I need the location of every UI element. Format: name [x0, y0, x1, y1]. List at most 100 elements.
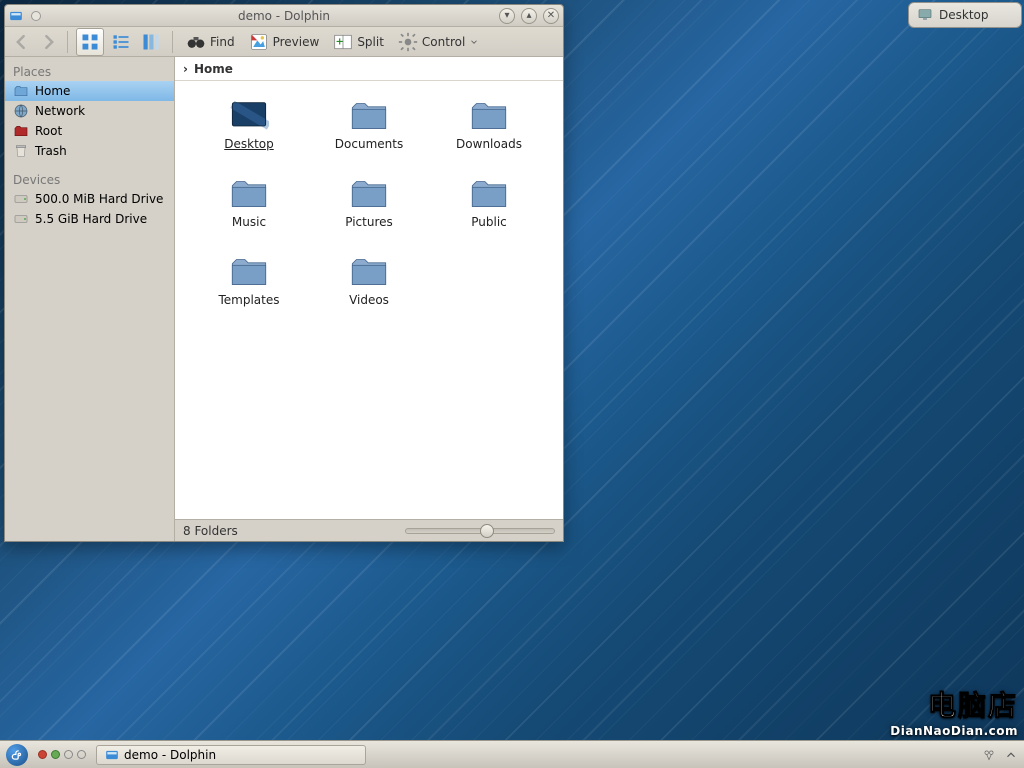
control-label: Control — [422, 35, 465, 49]
desktop-widget-label: Desktop — [939, 8, 989, 22]
folder-templates[interactable]: Templates — [189, 255, 309, 327]
close-button[interactable]: ✕ — [543, 8, 559, 24]
split-button[interactable]: + Split — [328, 29, 389, 55]
folder-icon — [349, 177, 389, 211]
harddrive-icon — [13, 211, 29, 227]
folder-pictures[interactable]: Pictures — [309, 177, 429, 249]
watermark-text: 电脑店 — [890, 684, 1018, 724]
chevron-down-icon — [469, 37, 479, 47]
sidebar-item-label: 5.5 GiB Hard Drive — [35, 212, 147, 226]
folder-videos[interactable]: Videos — [309, 255, 429, 327]
application-launcher[interactable] — [6, 744, 28, 766]
task-dolphin[interactable]: demo - Dolphin — [96, 745, 366, 765]
preview-button[interactable]: Preview — [244, 29, 325, 55]
toolbar: Find Preview + Split Control — [5, 27, 563, 57]
binoculars-icon — [186, 32, 206, 52]
desktop-folder-icon — [229, 99, 269, 133]
columns-view-button[interactable] — [138, 29, 164, 55]
sidebar-item-home[interactable]: Home — [5, 81, 174, 101]
folder-icon — [469, 177, 509, 211]
window-title: demo - Dolphin — [5, 9, 563, 23]
watermark-url: DianNaoDian.com — [890, 724, 1018, 738]
folder-label: Music — [232, 215, 266, 229]
folder-label: Pictures — [345, 215, 393, 229]
statusbar: 8 Folders — [175, 519, 563, 541]
svg-text:+: + — [336, 36, 344, 47]
forward-button[interactable] — [37, 31, 59, 53]
breadcrumb: › Home — [175, 57, 563, 81]
harddrive-icon — [13, 191, 29, 207]
sidebar: Places Home Network Root Trash Devices 5… — [5, 57, 175, 541]
root-folder-icon — [13, 123, 29, 139]
chevron-right-icon: › — [183, 62, 188, 76]
desktop-1[interactable] — [38, 750, 47, 759]
desktop-folder-widget[interactable]: Desktop — [908, 2, 1022, 28]
folder-public[interactable]: Public — [429, 177, 549, 249]
main-view: › Home Desktop Documents Downloads — [175, 57, 563, 541]
sidebar-item-label: Root — [35, 124, 62, 138]
taskbar: demo - Dolphin — [0, 740, 1024, 768]
chevron-up-icon[interactable] — [1004, 748, 1018, 762]
breadcrumb-home[interactable]: Home — [194, 62, 233, 76]
home-folder-icon — [13, 83, 29, 99]
dolphin-app-icon — [9, 9, 23, 23]
watermark: 电脑店 DianNaoDian.com — [890, 684, 1018, 738]
sidebar-item-network[interactable]: Network — [5, 101, 174, 121]
split-icon: + — [333, 32, 353, 52]
folder-desktop[interactable]: Desktop — [189, 99, 309, 171]
minimize-button[interactable]: ▾ — [499, 8, 515, 24]
icon-view[interactable]: Desktop Documents Downloads Music Pictur… — [175, 81, 563, 519]
find-button[interactable]: Find — [181, 29, 240, 55]
folder-icon — [349, 255, 389, 289]
split-label: Split — [357, 35, 384, 49]
details-view-button[interactable] — [108, 29, 134, 55]
task-label: demo - Dolphin — [124, 748, 216, 762]
dolphin-window: demo - Dolphin ▾ ▴ ✕ Find Preview + Spli… — [4, 4, 564, 542]
sidebar-item-trash[interactable]: Trash — [5, 141, 174, 161]
zoom-slider[interactable] — [405, 528, 555, 534]
fedora-icon — [10, 748, 24, 762]
titlebar[interactable]: demo - Dolphin ▾ ▴ ✕ — [5, 5, 563, 27]
sidebar-item-label: Home — [35, 84, 70, 98]
sidebar-item-drive-0[interactable]: 500.0 MiB Hard Drive — [5, 189, 174, 209]
folder-label: Templates — [218, 293, 279, 307]
back-button[interactable] — [11, 31, 33, 53]
places-header: Places — [5, 61, 174, 81]
desktop-2[interactable] — [51, 750, 60, 759]
pager[interactable] — [38, 750, 86, 759]
folder-icon — [229, 255, 269, 289]
icons-view-button[interactable] — [76, 28, 104, 56]
sidebar-item-label: Trash — [35, 144, 67, 158]
desktop-4[interactable] — [77, 750, 86, 759]
sidebar-item-label: 500.0 MiB Hard Drive — [35, 192, 163, 206]
folder-icon — [229, 177, 269, 211]
clipboard-icon[interactable] — [982, 748, 996, 762]
folder-documents[interactable]: Documents — [309, 99, 429, 171]
dolphin-app-icon — [105, 748, 119, 762]
folder-label: Desktop — [224, 137, 274, 151]
status-text: 8 Folders — [183, 524, 238, 538]
folder-downloads[interactable]: Downloads — [429, 99, 549, 171]
pin-button[interactable] — [31, 11, 41, 21]
folder-icon — [469, 99, 509, 133]
desktop-3[interactable] — [64, 750, 73, 759]
maximize-button[interactable]: ▴ — [521, 8, 537, 24]
trash-icon — [13, 143, 29, 159]
gear-icon — [398, 32, 418, 52]
folder-label: Documents — [335, 137, 403, 151]
folder-label: Downloads — [456, 137, 522, 151]
folder-label: Public — [471, 215, 507, 229]
devices-header: Devices — [5, 169, 174, 189]
preview-icon — [249, 32, 269, 52]
folder-music[interactable]: Music — [189, 177, 309, 249]
control-button[interactable]: Control — [393, 29, 484, 55]
preview-label: Preview — [273, 35, 320, 49]
sidebar-item-label: Network — [35, 104, 85, 118]
find-label: Find — [210, 35, 235, 49]
system-tray — [982, 748, 1018, 762]
folder-label: Videos — [349, 293, 389, 307]
sidebar-item-root[interactable]: Root — [5, 121, 174, 141]
monitor-icon — [917, 7, 933, 23]
sidebar-item-drive-1[interactable]: 5.5 GiB Hard Drive — [5, 209, 174, 229]
zoom-knob[interactable] — [480, 524, 494, 538]
